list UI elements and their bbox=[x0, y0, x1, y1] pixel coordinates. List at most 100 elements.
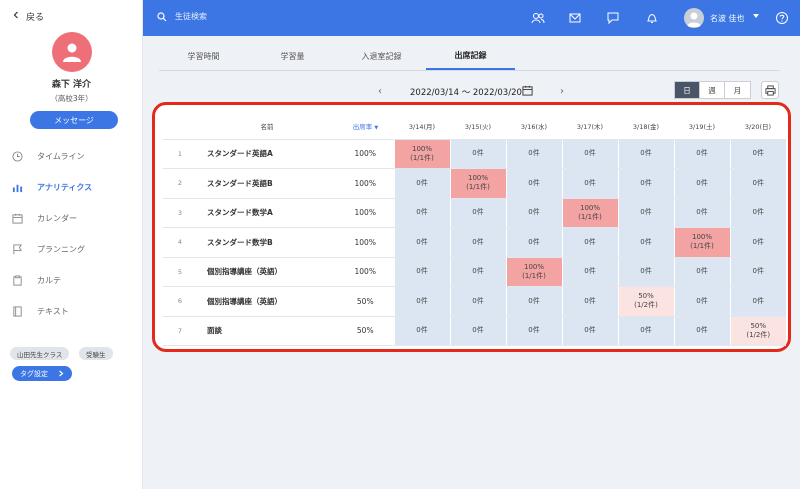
attendance-cell: 0件 bbox=[449, 198, 506, 228]
attendance-table: 名前 出席率 ▼ 3/14(月) 3/15(火) 3/16(水) 3/17(木)… bbox=[163, 113, 786, 346]
table-row[interactable]: 5 個別指導講座（英語） 100% 0件 0件 100% (1/1件) 0件 0件 0件 0件 bbox=[163, 257, 786, 287]
row-name: スタンダード数学B bbox=[197, 227, 337, 258]
sidebar-item-label: プランニング bbox=[37, 244, 85, 254]
calendar-icon bbox=[12, 213, 23, 224]
help-icon[interactable] bbox=[775, 11, 789, 25]
date-range: 2022/03/14 〜 2022/03/20 bbox=[410, 88, 522, 98]
search-placeholder: 生徒検索 bbox=[175, 12, 207, 21]
attendance-cell: 0件 bbox=[505, 168, 562, 199]
attendance-cell: 100% (1/1件) bbox=[393, 139, 450, 169]
attendance-cell: 0件 bbox=[505, 139, 562, 169]
attendance-cell: 100% (1/1件) bbox=[561, 198, 618, 228]
row-index: 4 bbox=[163, 227, 197, 258]
attendance-cell: 0件 bbox=[449, 286, 506, 317]
attendance-cell: 0件 bbox=[561, 227, 618, 258]
sidebar-item-timeline[interactable]: タイムライン bbox=[12, 148, 84, 164]
chat-icon[interactable] bbox=[606, 11, 620, 25]
back-button[interactable]: 戻る bbox=[12, 10, 44, 23]
bell-icon[interactable] bbox=[645, 11, 659, 25]
prev-week-button[interactable]: ‹ bbox=[378, 86, 382, 97]
header-day: 3/20(日) bbox=[730, 113, 786, 140]
users-icon[interactable] bbox=[531, 11, 545, 25]
attendance-cell: 0件 bbox=[617, 139, 674, 169]
row-name: スタンダード数学A bbox=[197, 198, 337, 228]
sidebar-item-label: テキスト bbox=[37, 306, 69, 316]
attendance-table-highlight: 名前 出席率 ▼ 3/14(月) 3/15(火) 3/16(水) 3/17(木)… bbox=[152, 102, 791, 352]
search-icon bbox=[157, 11, 167, 21]
sidebar-item-text[interactable]: テキスト bbox=[12, 303, 69, 319]
caret-down-icon[interactable] bbox=[753, 14, 759, 18]
attendance-cell: 100% (1/1件) bbox=[449, 168, 506, 199]
period-day-button[interactable]: 日 bbox=[675, 82, 700, 98]
back-label: 戻る bbox=[26, 13, 45, 23]
row-name: 個別指導講座（英語） bbox=[197, 257, 337, 287]
attendance-cell: 0件 bbox=[729, 257, 786, 287]
flag-icon bbox=[13, 243, 23, 254]
person-icon bbox=[63, 43, 81, 62]
calendar-icon[interactable] bbox=[522, 85, 533, 96]
row-rate: 50% bbox=[337, 316, 394, 346]
print-button[interactable] bbox=[761, 81, 779, 99]
period-week-button[interactable]: 週 bbox=[700, 82, 725, 98]
attendance-cell: 0件 bbox=[617, 168, 674, 199]
table-row[interactable]: 3 スタンダード数学A 100% 0件 0件 0件 100% (1/1件) 0件 0件 0件 bbox=[163, 198, 786, 228]
tab-entry-exit[interactable]: 入退室記録 bbox=[337, 42, 426, 70]
sidebar-item-calendar[interactable]: カレンダー bbox=[12, 210, 77, 226]
row-rate: 100% bbox=[337, 198, 394, 228]
row-index: 1 bbox=[163, 139, 197, 169]
tab-study-time[interactable]: 学習時間 bbox=[159, 42, 248, 70]
sidebar: 戻る 森下 洋介 （高校3年） メッセージ タイムライン アナリティクス カレン… bbox=[0, 0, 143, 489]
attendance-cell: 0件 bbox=[505, 316, 562, 346]
table-row[interactable]: 1 スタンダード英語A 100% 100% (1/1件) 0件 0件 0件 0件 0件 0件 bbox=[163, 139, 786, 169]
sidebar-item-analytics[interactable]: アナリティクス bbox=[12, 179, 92, 195]
row-rate: 100% bbox=[337, 257, 394, 287]
mail-icon[interactable] bbox=[568, 11, 582, 25]
table-body: 1 スタンダード英語A 100% 100% (1/1件) 0件 0件 0件 0件 0件 0件 2 スタ… bbox=[163, 139, 786, 346]
attendance-cell: 0件 bbox=[617, 227, 674, 258]
chevron-right-icon bbox=[59, 370, 64, 377]
row-name: スタンダード英語A bbox=[197, 139, 337, 169]
table-row[interactable]: 6 個別指導講座（英語） 50% 0件 0件 0件 0件 50% (1/2件) 0件 0件 bbox=[163, 286, 786, 317]
sidebar-item-label: タイムライン bbox=[37, 151, 85, 161]
header-rate[interactable]: 出席率 ▼ bbox=[337, 113, 394, 140]
attendance-cell: 0件 bbox=[393, 227, 450, 258]
user-avatar[interactable] bbox=[684, 8, 704, 28]
sidebar-item-karte[interactable]: カルテ bbox=[12, 272, 61, 288]
attendance-cell: 0件 bbox=[673, 286, 730, 317]
attendance-cell: 0件 bbox=[673, 168, 730, 199]
table-row[interactable]: 4 スタンダード数学B 100% 0件 0件 0件 0件 0件 100% (1/1件) 0件 bbox=[163, 227, 786, 258]
row-rate: 50% bbox=[337, 286, 394, 317]
row-rate: 100% bbox=[337, 227, 394, 258]
clock-icon bbox=[12, 150, 23, 162]
table-row[interactable]: 7 面談 50% 0件 0件 0件 0件 0件 0件 50% (1/2件) bbox=[163, 316, 786, 346]
attendance-cell: 0件 bbox=[449, 227, 506, 258]
user-name[interactable]: 名波 佳也 bbox=[710, 13, 745, 24]
attendance-cell: 0件 bbox=[393, 168, 450, 199]
header-day: 3/14(月) bbox=[394, 113, 450, 140]
sidebar-item-label: カレンダー bbox=[37, 213, 77, 223]
next-week-button[interactable]: › bbox=[560, 86, 564, 97]
row-rate: 100% bbox=[337, 168, 394, 199]
attendance-cell: 0件 bbox=[449, 257, 506, 287]
search-input[interactable]: 生徒検索 bbox=[157, 11, 207, 22]
header-day: 3/17(木) bbox=[562, 113, 618, 140]
tabs-divider bbox=[159, 70, 780, 71]
attendance-cell: 0件 bbox=[561, 168, 618, 199]
tab-attendance[interactable]: 出席記録 bbox=[426, 42, 515, 70]
header-day: 3/19(土) bbox=[674, 113, 730, 140]
tab-study-volume[interactable]: 学習量 bbox=[248, 42, 337, 70]
period-month-button[interactable]: 月 bbox=[725, 82, 750, 98]
attendance-cell: 0件 bbox=[561, 257, 618, 287]
message-button[interactable]: メッセージ bbox=[30, 111, 118, 129]
tag-settings-button[interactable]: タグ設定 bbox=[12, 366, 72, 381]
header-day: 3/15(火) bbox=[450, 113, 506, 140]
row-index: 5 bbox=[163, 257, 197, 287]
clipboard-icon bbox=[13, 274, 22, 286]
attendance-cell: 0件 bbox=[393, 286, 450, 317]
header-day: 3/18(金) bbox=[618, 113, 674, 140]
header-rate-label: 出席率 bbox=[352, 122, 373, 131]
row-name: 面談 bbox=[197, 316, 337, 346]
period-toggle: 日 週 月 bbox=[674, 81, 751, 99]
sidebar-item-planning[interactable]: プランニング bbox=[12, 241, 85, 257]
table-row[interactable]: 2 スタンダード英語B 100% 0件 100% (1/1件) 0件 0件 0件 0件 0件 bbox=[163, 168, 786, 199]
